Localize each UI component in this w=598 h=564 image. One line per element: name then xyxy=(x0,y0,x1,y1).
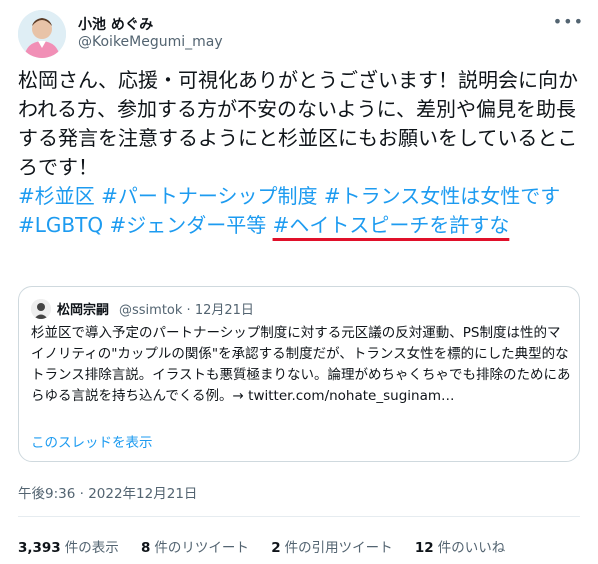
hashtag-lgbtq[interactable]: #LGBTQ xyxy=(18,213,103,237)
quote-date: 12月21日 xyxy=(194,303,254,318)
quote-tweets-stat[interactable]: 2 件の引用ツイート xyxy=(271,536,392,556)
author-avatar[interactable] xyxy=(18,10,66,58)
engagement-stats: 3,393 件の表示 8 件のリツイート 2 件の引用ツイート 12 件のいいね xyxy=(18,536,523,556)
tweet: 小池 めぐみ @KoikeMegumi_may ••• 松岡さん、応援・可視化あ… xyxy=(0,0,598,564)
hashtag-partnership[interactable]: #パートナーシップ制度 xyxy=(101,184,317,208)
hashtag-suginami[interactable]: #杉並区 xyxy=(18,184,95,208)
more-horizontal-icon: ••• xyxy=(552,12,584,31)
quote-author-name: 松岡宗嗣 xyxy=(57,303,110,318)
show-thread-link[interactable]: このスレッドを表示 xyxy=(31,431,153,451)
author-handle[interactable]: @KoikeMegumi_may xyxy=(78,34,223,50)
more-options-button[interactable]: ••• xyxy=(553,12,584,31)
divider xyxy=(18,516,580,517)
quote-author-meta: @ssimtok · 12月21日 xyxy=(119,299,254,318)
quote-tweet-card[interactable]: 松岡宗嗣 @ssimtok · 12月21日 杉並区で導入予定のパートナーシップ… xyxy=(18,286,580,462)
hashtag-gender-equality[interactable]: #ジェンダー平等 xyxy=(109,213,266,237)
quote-separator: · xyxy=(186,303,191,318)
hashtag-list: #杉並区 #パートナーシップ制度 #トランス女性は女性です #LGBTQ #ジェ… xyxy=(18,182,584,240)
views-stat[interactable]: 3,393 件の表示 xyxy=(18,536,119,556)
retweets-stat[interactable]: 8 件のリツイート xyxy=(141,536,249,556)
tweet-timestamp[interactable]: 午後9:36 · 2022年12月21日 xyxy=(18,482,197,502)
quote-avatar xyxy=(31,299,51,319)
hashtag-trans-women[interactable]: #トランス女性は女性です xyxy=(324,184,560,208)
hashtag-no-hate-speech[interactable]: #ヘイトスピーチを許すな xyxy=(273,213,510,237)
quote-author-handle: @ssimtok xyxy=(119,303,183,318)
author-name[interactable]: 小池 めぐみ xyxy=(78,14,153,34)
tweet-text: 松岡さん、応援・可視化ありがとうございます！説明会に向かわれる方、参加する方が不… xyxy=(18,68,578,179)
tweet-body: 松岡さん、応援・可視化ありがとうございます！説明会に向かわれる方、参加する方が不… xyxy=(18,66,584,240)
likes-stat[interactable]: 12 件のいいね xyxy=(415,536,505,556)
quote-text: 杉並区で導入予定のパートナーシップ制度に対する元区議の反対運動、PS制度は性的マ… xyxy=(31,325,571,404)
